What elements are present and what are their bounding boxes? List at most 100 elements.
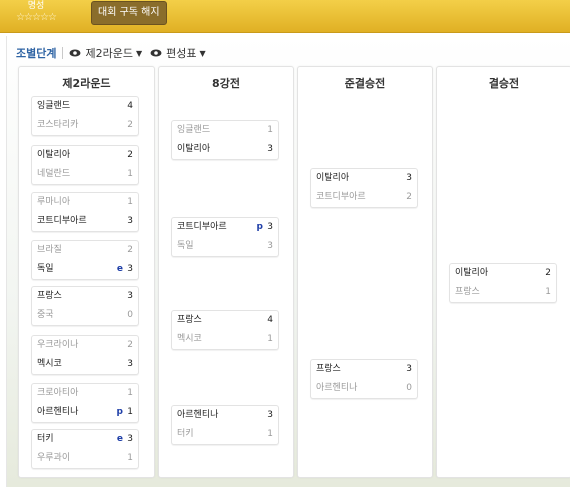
round-title: 준결승전: [344, 77, 386, 90]
team-score: 3: [406, 173, 412, 183]
team-row: 이탈리아 3: [177, 140, 273, 159]
breadcrumb-group-stage[interactable]: 조별단계: [16, 45, 56, 61]
team-score: 1: [127, 388, 133, 398]
team-name[interactable]: 프랑스: [177, 311, 202, 330]
team-row: 크로아티아 1: [37, 384, 133, 403]
team-row: 루마니아 1: [37, 193, 133, 212]
round-title: 결승전: [488, 77, 520, 90]
team-name[interactable]: 프랑스: [455, 283, 480, 302]
team-row: 아르헨티나 0: [316, 379, 412, 398]
team-score: 0: [406, 383, 412, 393]
result-tag: p: [116, 407, 123, 417]
team-name[interactable]: 독일: [37, 260, 54, 279]
team-name[interactable]: 멕시코: [37, 355, 62, 374]
team-name[interactable]: 이탈리아: [177, 140, 210, 159]
team-name[interactable]: 프랑스: [37, 287, 62, 306]
team-score: 1: [127, 197, 133, 207]
bracket-dropdown-label: 편성표: [166, 47, 197, 60]
team-row: 프랑스 3: [37, 287, 133, 306]
team-name[interactable]: 아르헨티나: [177, 406, 218, 425]
team-name[interactable]: 터키: [177, 425, 194, 444]
team-name[interactable]: 잉글랜드: [37, 97, 70, 116]
team-score: 0: [127, 310, 133, 320]
team-score: 3: [127, 264, 133, 274]
team-name[interactable]: 우루과이: [37, 449, 70, 468]
team-row: 터키 1: [177, 425, 273, 444]
team-name[interactable]: 멕시코: [177, 330, 202, 349]
chevron-down-icon: ▼: [135, 48, 143, 58]
chevron-down-icon: ▼: [199, 48, 206, 58]
match-card[interactable]: 코트디부아르 p 3 독일 3: [171, 217, 279, 257]
breadcrumb: 조별단계 제2라운드 ▼ 편성표 ▼: [16, 44, 214, 62]
match-card[interactable]: 이탈리아 2 네덜란드 1: [31, 145, 139, 185]
team-name[interactable]: 크로아티아: [37, 384, 78, 403]
team-score: 3: [127, 216, 133, 226]
team-row: 잉글랜드 4: [37, 97, 133, 116]
team-name[interactable]: 잉글랜드: [177, 121, 210, 140]
team-name[interactable]: 이탈리아: [316, 169, 349, 188]
breadcrumb-divider: [62, 47, 64, 59]
team-name[interactable]: 독일: [177, 237, 194, 256]
team-name[interactable]: 코트디부아르: [177, 218, 227, 237]
team-score: 3: [127, 359, 133, 369]
match-card[interactable]: 잉글랜드 1 이탈리아 3: [171, 120, 279, 160]
team-score: 3: [267, 410, 273, 420]
team-name[interactable]: 코트디부아르: [37, 212, 87, 231]
team-name[interactable]: 중국: [37, 306, 54, 325]
team-score: 3: [406, 364, 412, 374]
team-name[interactable]: 이탈리아: [455, 264, 488, 283]
team-row: 독일 3: [177, 237, 273, 256]
team-row: 프랑스 1: [455, 283, 551, 302]
match-card[interactable]: 우크라이나 2 멕시코 3: [31, 335, 139, 375]
team-row: 브라질 2: [37, 241, 133, 260]
team-score: 3: [267, 241, 273, 251]
bracket-dropdown[interactable]: 편성표 ▼: [150, 45, 206, 61]
match-card[interactable]: 크로아티아 1 아르헨티나 p 1: [31, 383, 139, 423]
team-name[interactable]: 우크라이나: [37, 336, 78, 355]
team-score: 1: [127, 169, 133, 179]
eye-icon: [69, 49, 81, 57]
match-card[interactable]: 잉글랜드 4 코스타리카 2: [31, 96, 139, 136]
match-card[interactable]: 터키 e 3 우루과이 1: [31, 429, 139, 469]
team-row: 잉글랜드 1: [177, 121, 273, 140]
unsubscribe-button[interactable]: 대회 구독 해지: [91, 1, 167, 25]
team-score: 4: [127, 101, 133, 111]
team-row: 우루과이 1: [37, 449, 133, 468]
team-row: 우크라이나 2: [37, 336, 133, 355]
team-row: 아르헨티나 3: [177, 406, 273, 425]
team-name[interactable]: 프랑스: [316, 360, 341, 379]
team-score: 3: [127, 434, 133, 444]
team-score: 3: [267, 144, 273, 154]
team-name[interactable]: 코트디부아르: [316, 188, 366, 207]
match-card[interactable]: 이탈리아 3 코트디부아르 2: [310, 168, 418, 208]
team-row: 코트디부아르 p 3: [177, 218, 273, 237]
team-name[interactable]: 네덜란드: [37, 165, 70, 184]
match-card[interactable]: 루마니아 1 코트디부아르 3: [31, 192, 139, 232]
team-name[interactable]: 아르헨티나: [37, 403, 78, 422]
team-score: 1: [267, 429, 273, 439]
team-name[interactable]: 코스타리카: [37, 116, 78, 135]
team-name[interactable]: 터키: [37, 430, 54, 449]
match-card[interactable]: 아르헨티나 3 터키 1: [171, 405, 279, 445]
match-card[interactable]: 프랑스 3 아르헨티나 0: [310, 359, 418, 399]
team-row: 프랑스 3: [316, 360, 412, 379]
result-tag: e: [116, 434, 123, 444]
team-name[interactable]: 브라질: [37, 241, 62, 260]
top-bar: 명성 ☆☆☆☆☆ 대회 구독 해지: [0, 0, 570, 33]
match-card[interactable]: 프랑스 3 중국 0: [31, 286, 139, 326]
team-row: 이탈리아 2: [455, 264, 551, 283]
team-score: 1: [267, 125, 273, 135]
team-name[interactable]: 아르헨티나: [316, 379, 357, 398]
team-row: 코스타리카 2: [37, 116, 133, 135]
match-card[interactable]: 프랑스 4 멕시코 1: [171, 310, 279, 350]
team-score: 2: [127, 120, 133, 130]
team-score: 2: [127, 245, 133, 255]
round-title: 제2라운드: [62, 77, 111, 90]
match-card[interactable]: 브라질 2 독일 e 3: [31, 240, 139, 280]
team-name[interactable]: 이탈리아: [37, 146, 70, 165]
round-dropdown[interactable]: 제2라운드 ▼: [69, 45, 142, 61]
fame-label: 명성: [27, 1, 45, 11]
team-name[interactable]: 루마니아: [37, 193, 70, 212]
result-tag: e: [116, 264, 123, 274]
match-card[interactable]: 이탈리아 2 프랑스 1: [449, 263, 557, 303]
